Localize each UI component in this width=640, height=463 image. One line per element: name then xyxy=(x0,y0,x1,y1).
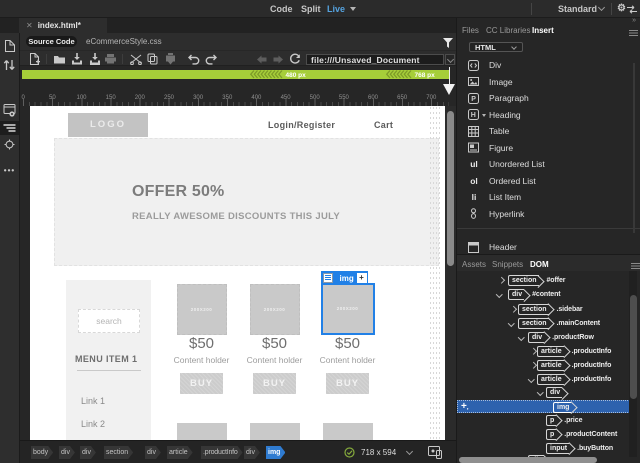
svg-text:P: P xyxy=(471,96,476,103)
svg-text:H: H xyxy=(471,112,476,119)
